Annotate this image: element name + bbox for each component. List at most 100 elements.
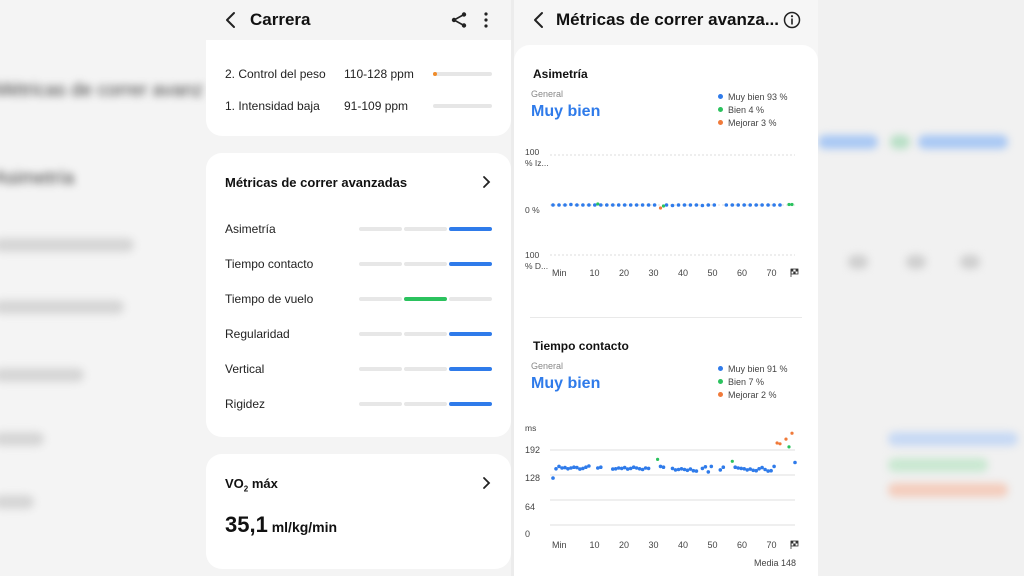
vo2-max-card[interactable]: VO2 máx 35,1 ml/kg/min <box>206 454 511 569</box>
app-header: Carrera <box>206 0 511 40</box>
data-point <box>575 203 579 207</box>
section-divider <box>530 317 802 318</box>
metric-label: Asimetría <box>225 222 276 236</box>
data-point <box>664 203 669 207</box>
legend-item: Mejorar 3 % <box>718 116 788 129</box>
metric-level-segment <box>404 367 447 371</box>
more-options-icon[interactable] <box>482 11 490 29</box>
data-point <box>611 203 615 207</box>
data-point <box>709 464 714 469</box>
metric-level-segment <box>359 227 402 231</box>
blurred-bar <box>0 300 124 314</box>
heart-rate-zones-card: 2. Control del peso 110-128 ppm 1. Inten… <box>206 40 511 136</box>
metrics-detail-card: Asimetría General Muy bien Muy bien 93 %… <box>514 45 818 576</box>
x-tick-label: 30 <box>648 268 659 278</box>
blurred-bar <box>918 135 1008 149</box>
chevron-right-icon[interactable] <box>481 476 491 490</box>
data-point <box>676 467 681 472</box>
data-point <box>778 203 782 207</box>
blurred-bar <box>0 238 134 252</box>
x-tick-label: 50 <box>707 540 718 550</box>
overall-value: Muy bien <box>531 103 601 120</box>
advanced-metrics-title: Métricas de correr avanzadas <box>225 175 408 190</box>
data-point <box>551 476 555 480</box>
data-point <box>625 467 630 471</box>
info-icon[interactable] <box>783 11 801 29</box>
data-point <box>772 203 776 207</box>
data-point <box>793 460 797 465</box>
y-tick-label: 192 <box>525 445 541 455</box>
advanced-metrics-card[interactable]: Métricas de correr avanzadas Asimetría Ti… <box>206 153 511 437</box>
data-point <box>596 202 600 206</box>
asymmetry-title: Asimetría <box>533 67 588 81</box>
metric-level-segment <box>359 367 402 371</box>
x-tick-label: 40 <box>678 540 689 550</box>
blurred-bar <box>848 255 868 269</box>
metric-level-segment <box>359 297 402 301</box>
metric-label: Tiempo contacto <box>225 257 314 271</box>
data-point <box>778 442 782 446</box>
data-point <box>712 203 717 207</box>
legend-dot <box>718 120 723 125</box>
metric-level-segment <box>449 332 492 336</box>
x-tick-label: Min <box>552 268 567 278</box>
blurred-bar <box>0 368 84 382</box>
data-point <box>616 203 621 207</box>
x-tick-label: 40 <box>678 268 689 278</box>
data-point <box>658 206 663 210</box>
data-point <box>688 203 693 207</box>
run-detail-screen: Carrera 2. Control del peso 110-128 ppm … <box>206 0 511 576</box>
data-point <box>775 441 779 445</box>
y-axis-label: % D... <box>525 261 549 271</box>
zone-bar <box>433 104 492 108</box>
data-point <box>581 203 585 207</box>
data-point <box>694 469 699 473</box>
chevron-right-icon[interactable] <box>481 175 491 189</box>
app-header: Métricas de correr avanza... <box>514 0 818 40</box>
data-point <box>694 203 699 207</box>
data-point <box>772 464 776 469</box>
metric-level-segment <box>404 227 447 231</box>
contact-time-legend: Muy bien 91 % Bien 7 % Mejorar 2 % <box>718 362 788 401</box>
average-label: Media 148 <box>754 558 797 568</box>
metric-level-segment <box>449 262 492 266</box>
y-axis-unit: ms <box>525 423 537 433</box>
data-point <box>587 203 591 207</box>
metric-label: Rigidez <box>225 397 266 411</box>
blurred-left-panel: Métricas de correr avanz Asimetría <box>0 0 206 576</box>
page-title: Carrera <box>250 10 311 29</box>
back-arrow-icon[interactable] <box>224 10 238 30</box>
legend-item: Muy bien 91 % <box>718 362 788 375</box>
blurred-bar <box>0 432 44 446</box>
x-tick-label: 10 <box>589 540 600 550</box>
data-point <box>703 465 708 469</box>
legend-dot <box>718 366 723 371</box>
x-tick-label: 60 <box>737 268 748 278</box>
back-arrow-icon[interactable] <box>532 10 546 30</box>
y-axis-label: 100 <box>525 250 540 260</box>
data-point <box>656 457 660 461</box>
metric-level-segment <box>404 262 447 266</box>
data-point <box>652 203 657 207</box>
legend-dot <box>718 107 723 112</box>
share-icon[interactable] <box>450 11 468 29</box>
data-point <box>587 464 591 468</box>
zone-bar-fill <box>433 72 437 76</box>
asymmetry-legend: Muy bien 93 % Bien 4 % Mejorar 3 % <box>718 90 788 129</box>
metric-level-segment <box>404 297 447 301</box>
data-point <box>557 203 561 207</box>
overall-value: Muy bien <box>531 375 601 392</box>
blurred-right-panel <box>818 0 1024 576</box>
data-point <box>790 202 794 207</box>
data-point <box>634 203 639 207</box>
data-point <box>599 203 603 207</box>
data-point <box>605 203 609 207</box>
data-point <box>679 467 684 471</box>
blurred-bar <box>888 483 1008 497</box>
blurred-bar <box>906 255 926 269</box>
overall-label: General <box>531 361 564 371</box>
y-tick-label: 0 <box>525 529 531 539</box>
data-point <box>593 203 597 207</box>
asymmetry-chart <box>550 154 795 256</box>
blurred-bar <box>888 458 988 472</box>
